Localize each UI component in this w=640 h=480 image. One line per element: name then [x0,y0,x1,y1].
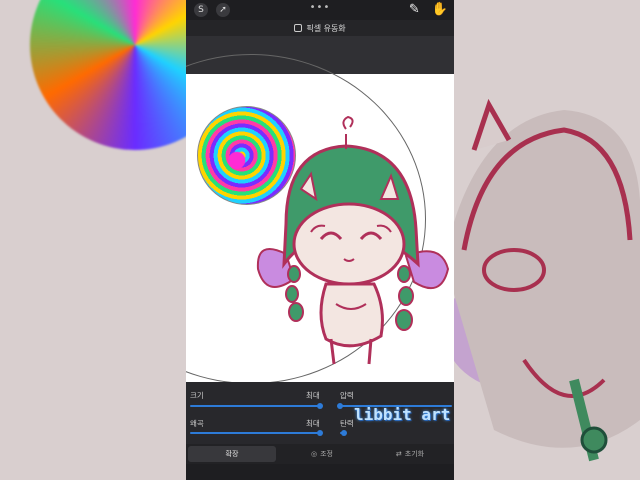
distortion-label: 왜곡 [190,419,204,428]
screen: S ➚ ••• ✎ ✋ 픽셀 유동화 크기 최대 압력 왜곡 최대 탄력 확장 … [0,0,640,480]
tab-reset-label: 초기화 [404,450,425,458]
character-illustration [256,115,450,365]
tab-expand-label: 확장 [225,450,239,458]
tab-reset[interactable]: ⇄ 초기화 [366,444,454,464]
active-tool-label: 픽셀 유동화 [186,20,454,36]
pressure-slider-knob[interactable] [337,403,343,409]
size-value: 최대 [306,391,320,400]
pressure-label: 압력 [340,391,354,400]
liquify-settings-panel: 크기 최대 압력 왜곡 최대 탄력 확장 ◎ 조정 ⇄ 초기화 [186,382,454,480]
tool-name-text: 픽셀 유동화 [306,23,346,33]
adjust-icon: ◎ [311,450,318,458]
top-toolbar: S ➚ ••• ✎ ✋ [186,0,454,20]
panel-bottom-bar [186,464,454,480]
tab-adjust-label: 조정 [320,450,333,458]
background-right [454,0,640,480]
brush-icon[interactable]: ✎ [409,2,420,17]
smudge-icon[interactable]: ✋ [432,2,448,17]
size-label: 크기 [190,391,204,400]
momentum-slider[interactable] [340,430,347,436]
background-left [0,0,186,480]
tab-expand[interactable]: 확장 [188,446,276,462]
momentum-label: 탄력 [340,419,354,428]
liquify-mode-tabs: 확장 ◎ 조정 ⇄ 초기화 [186,444,454,464]
distortion-value: 최대 [306,419,320,428]
tab-adjust[interactable]: ◎ 조정 [278,444,366,464]
size-slider[interactable] [190,403,323,409]
distortion-slider-knob[interactable] [317,430,323,436]
size-slider-knob[interactable] [317,403,323,409]
momentum-slider-knob[interactable] [341,430,347,436]
distortion-slider[interactable] [190,430,323,436]
background-girl-illustration [454,98,640,462]
reset-icon: ⇄ [395,450,402,458]
watermark-text: libbit art [354,405,451,424]
liquify-tool-icon [294,24,303,32]
background-swirl [30,0,186,150]
drawing-canvas[interactable] [186,54,454,384]
